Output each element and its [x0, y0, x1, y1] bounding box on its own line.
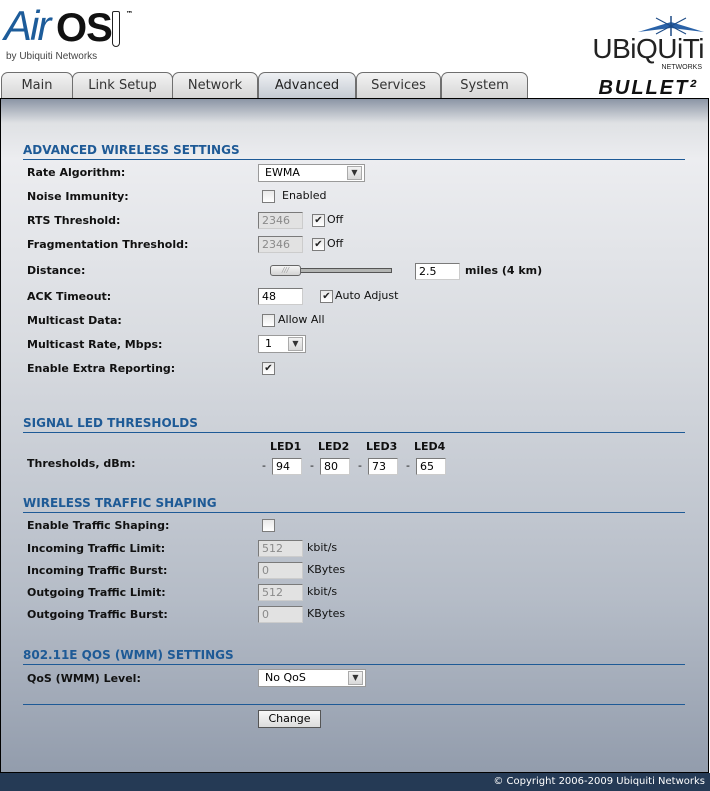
- section-title-traffic-shaping: WIRELESS TRAFFIC SHAPING: [23, 496, 685, 513]
- section-divider: [23, 704, 685, 705]
- rate-algorithm-label: Rate Algorithm:: [27, 166, 126, 179]
- allow-all-label: Allow All: [278, 313, 325, 326]
- rts-off-label: Off: [327, 213, 344, 226]
- incoming-burst-input[interactable]: [258, 562, 303, 579]
- led3-input[interactable]: [368, 458, 398, 475]
- led4-minus: -: [406, 459, 410, 472]
- outgoing-limit-unit: kbit/s: [307, 585, 338, 598]
- extra-reporting-label: Enable Extra Reporting:: [27, 362, 176, 375]
- rts-threshold-input[interactable]: [258, 212, 303, 229]
- distance-input[interactable]: [415, 263, 460, 280]
- outgoing-burst-label: Outgoing Traffic Burst:: [27, 608, 168, 621]
- chevron-down-icon: ▼: [347, 166, 362, 180]
- led4-input[interactable]: [416, 458, 446, 475]
- led3-minus: -: [358, 459, 362, 472]
- airos-logo-air: Air: [4, 2, 51, 49]
- noise-immunity-enabled-label: Enabled: [282, 189, 327, 202]
- frag-threshold-input[interactable]: [258, 236, 303, 253]
- section-title-signal-led: SIGNAL LED THRESHOLDS: [23, 416, 685, 433]
- bullet-device-icon: [112, 11, 120, 47]
- distance-slider-track[interactable]: [300, 268, 392, 273]
- qos-level-select[interactable]: No QoS ▼: [258, 669, 366, 687]
- ack-timeout-input[interactable]: [258, 288, 303, 305]
- multicast-rate-value: 1: [265, 337, 272, 350]
- multicast-rate-select[interactable]: 1 ▼: [258, 335, 306, 353]
- auto-adjust-label: Auto Adjust: [335, 289, 399, 302]
- chevron-down-icon: ▼: [348, 671, 363, 685]
- incoming-limit-input[interactable]: [258, 540, 303, 557]
- outgoing-burst-input[interactable]: [258, 606, 303, 623]
- qos-level-label: QoS (WMM) Level:: [27, 672, 141, 685]
- rts-threshold-label: RTS Threshold:: [27, 214, 121, 227]
- led1-minus: -: [262, 459, 266, 472]
- ubiquiti-logo: UBiQUiTi: [592, 33, 704, 64]
- incoming-limit-unit: kbit/s: [307, 541, 338, 554]
- airos-logo-os: OS: [56, 6, 113, 50]
- change-button[interactable]: Change: [258, 710, 321, 728]
- led4-header: LED4: [414, 440, 446, 453]
- rts-off-checkbox[interactable]: ✔: [312, 214, 325, 227]
- tab-link-setup[interactable]: Link Setup: [72, 72, 173, 98]
- frag-off-label: Off: [327, 237, 344, 250]
- section-title-advanced-wireless: ADVANCED WIRELESS SETTINGS: [23, 143, 685, 160]
- distance-unit-label: miles (4 km): [465, 264, 543, 277]
- led1-input[interactable]: [272, 458, 302, 475]
- led2-input[interactable]: [320, 458, 350, 475]
- ack-timeout-label: ACK Timeout:: [27, 290, 112, 303]
- led2-minus: -: [310, 459, 314, 472]
- rate-algorithm-select[interactable]: EWMA ▼: [258, 164, 365, 182]
- thresholds-label: Thresholds, dBm:: [27, 457, 136, 470]
- tab-main[interactable]: Main: [1, 72, 73, 98]
- incoming-burst-unit: KBytes: [307, 563, 346, 576]
- outgoing-limit-label: Outgoing Traffic Limit:: [27, 586, 166, 599]
- copyright-footer: © Copyright 2006-2009 Ubiquiti Networks: [0, 773, 710, 791]
- frag-threshold-label: Fragmentation Threshold:: [27, 238, 189, 251]
- allow-all-checkbox[interactable]: [262, 314, 275, 327]
- rate-algorithm-value: EWMA: [265, 166, 300, 179]
- multicast-data-label: Multicast Data:: [27, 314, 122, 327]
- led2-header: LED2: [318, 440, 350, 453]
- led1-header: LED1: [270, 440, 302, 453]
- extra-reporting-checkbox[interactable]: ✔: [262, 362, 275, 375]
- auto-adjust-checkbox[interactable]: ✔: [320, 290, 333, 303]
- noise-immunity-label: Noise Immunity:: [27, 190, 129, 203]
- frag-off-checkbox[interactable]: ✔: [312, 238, 325, 251]
- incoming-limit-label: Incoming Traffic Limit:: [27, 542, 166, 555]
- airos-byline: by Ubiquiti Networks: [6, 51, 98, 62]
- tab-advanced[interactable]: Advanced: [258, 72, 356, 98]
- section-title-qos: 802.11E QOS (WMM) SETTINGS: [23, 648, 685, 665]
- ubiquiti-networks-text: NETWORKS: [661, 64, 702, 71]
- distance-label: Distance:: [27, 264, 86, 277]
- tab-services[interactable]: Services: [356, 72, 441, 98]
- led3-header: LED3: [366, 440, 398, 453]
- tab-system[interactable]: System: [441, 72, 528, 98]
- qos-level-value: No QoS: [265, 671, 306, 684]
- incoming-burst-label: Incoming Traffic Burst:: [27, 564, 168, 577]
- multicast-rate-label: Multicast Rate, Mbps:: [27, 338, 163, 351]
- chevron-down-icon: ▼: [288, 337, 303, 351]
- bullet-product-logo: BULLET²: [598, 77, 698, 99]
- trademark: ™: [126, 10, 133, 18]
- distance-slider-handle[interactable]: ///: [270, 265, 301, 276]
- tab-network[interactable]: Network: [172, 72, 258, 98]
- enable-traffic-shaping-label: Enable Traffic Shaping:: [27, 519, 170, 532]
- noise-immunity-checkbox[interactable]: [262, 190, 275, 203]
- outgoing-burst-unit: KBytes: [307, 607, 346, 620]
- enable-traffic-shaping-checkbox[interactable]: [262, 519, 275, 532]
- outgoing-limit-input[interactable]: [258, 584, 303, 601]
